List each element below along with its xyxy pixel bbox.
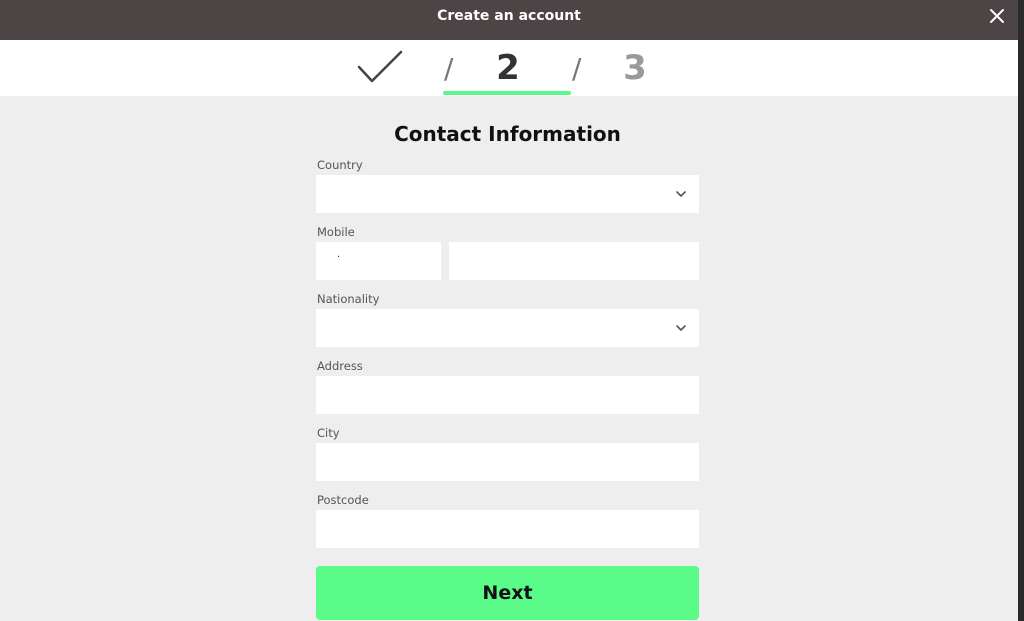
checkmark-icon	[357, 50, 403, 83]
postcode-field[interactable]	[316, 510, 699, 548]
step-separator: /	[444, 52, 454, 85]
step-separator: /	[572, 52, 582, 85]
form-title: Contact Information	[394, 122, 621, 146]
postcode-label: Postcode	[317, 493, 369, 507]
mobile-number-field[interactable]	[449, 242, 699, 280]
close-button[interactable]	[987, 6, 1007, 26]
mobile-code-value: ·	[337, 252, 341, 263]
city-input[interactable]	[316, 443, 699, 481]
address-field[interactable]	[316, 376, 699, 414]
address-label: Address	[317, 359, 363, 373]
address-input[interactable]	[316, 376, 699, 414]
step-3-number: 3	[623, 48, 647, 88]
modal-title: Create an account	[437, 8, 581, 24]
background-page-edge	[1018, 0, 1024, 621]
step-2-number: 2	[496, 48, 520, 88]
active-step-indicator	[443, 91, 571, 95]
step-1-completed	[357, 50, 403, 84]
chevron-down-icon	[676, 191, 686, 197]
nationality-label: Nationality	[317, 292, 380, 306]
city-label: City	[317, 426, 340, 440]
nationality-select[interactable]	[316, 309, 699, 347]
close-icon	[990, 9, 1004, 23]
postcode-input[interactable]	[316, 510, 699, 548]
country-label: Country	[317, 158, 363, 172]
create-account-modal: Create an account / 2 / 3 Contact Inform…	[0, 0, 1018, 621]
city-field[interactable]	[316, 443, 699, 481]
next-button[interactable]: Next	[316, 566, 699, 620]
country-select[interactable]	[316, 175, 699, 213]
progress-stepper: / 2 / 3	[0, 40, 1018, 96]
mobile-label: Mobile	[317, 225, 355, 239]
mobile-number-input[interactable]	[449, 242, 699, 280]
mobile-country-code[interactable]: ·	[316, 242, 441, 280]
modal-header: Create an account	[0, 0, 1018, 40]
chevron-down-icon	[676, 325, 686, 331]
